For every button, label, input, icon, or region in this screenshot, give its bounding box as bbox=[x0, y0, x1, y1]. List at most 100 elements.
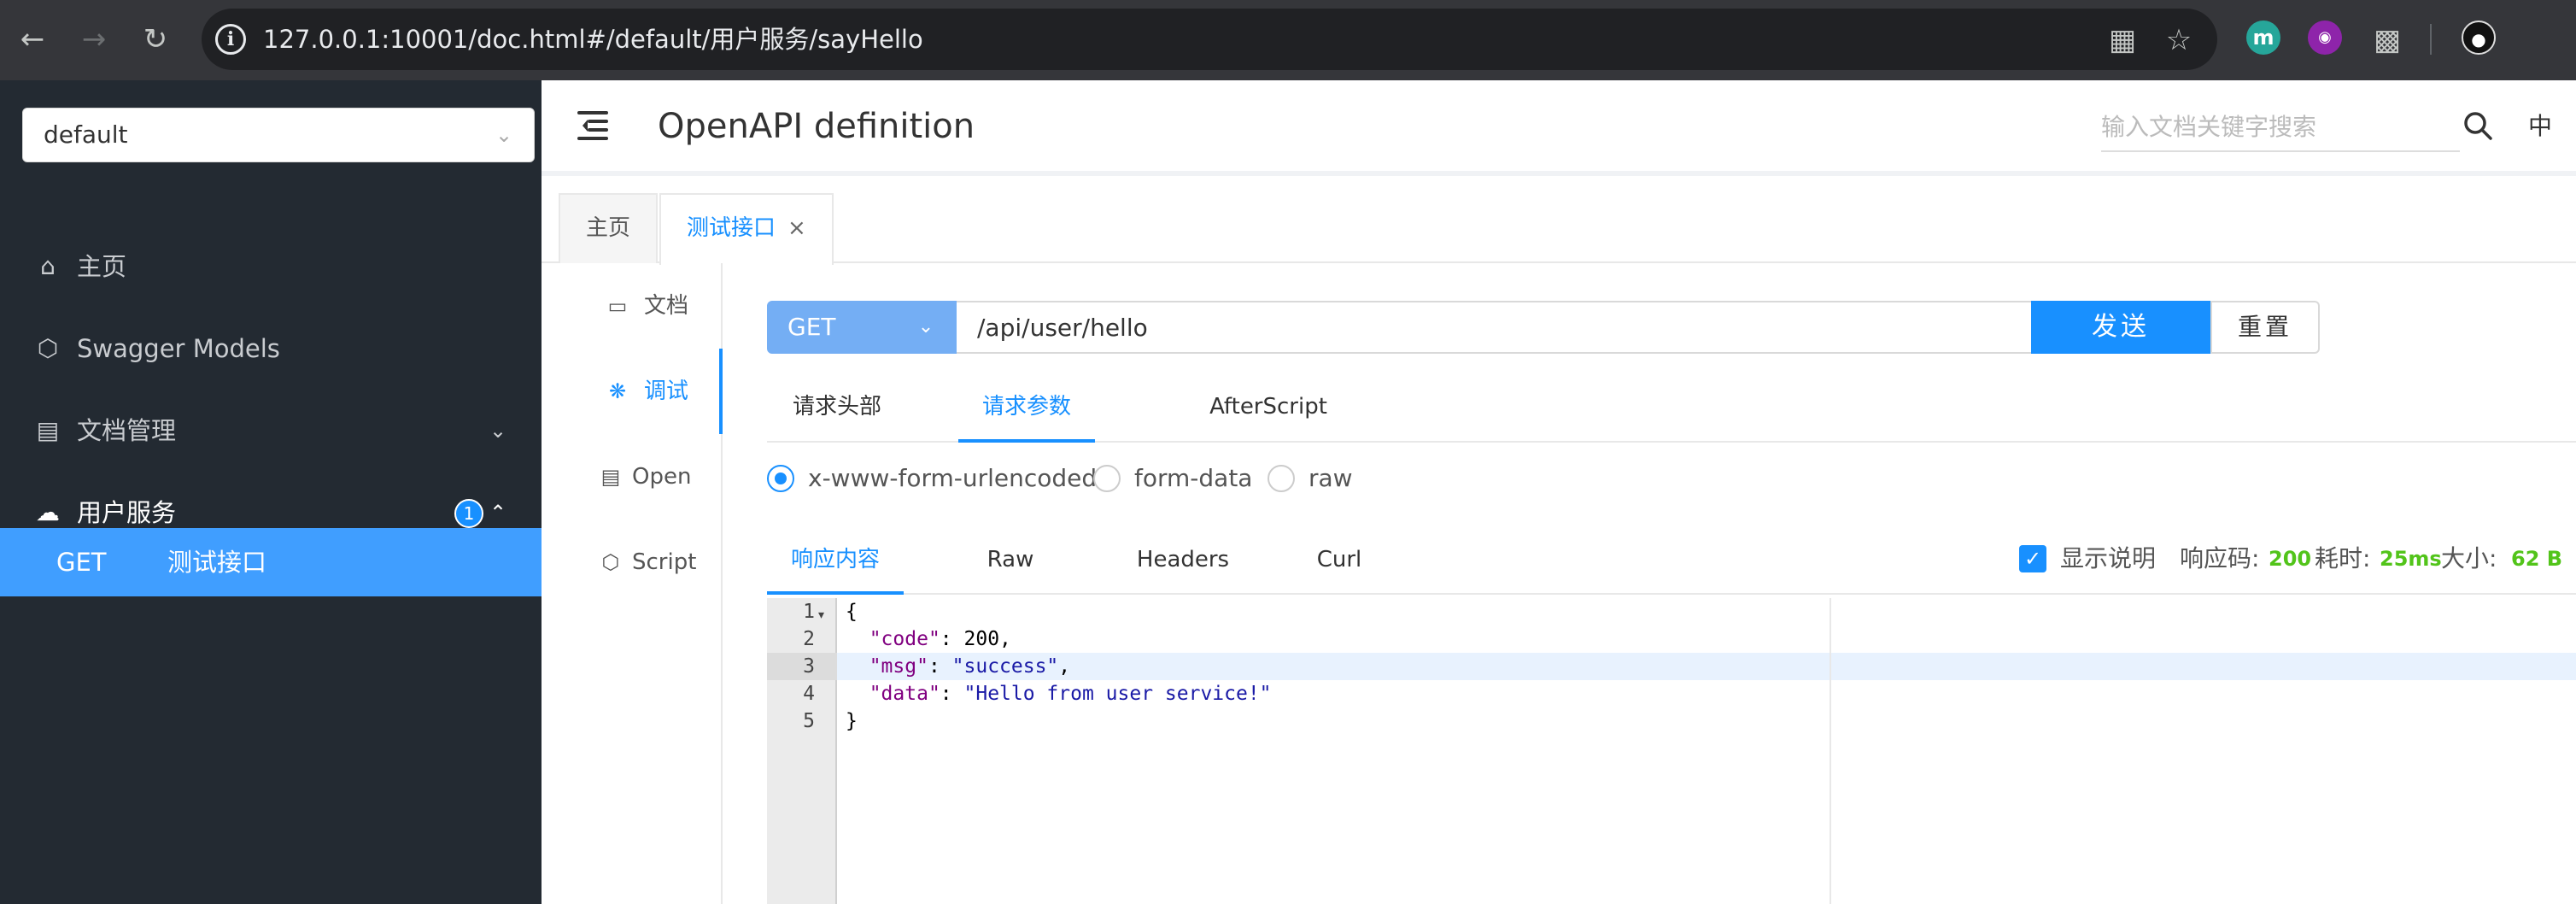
group-select[interactable]: default ⌄ bbox=[22, 108, 535, 162]
bookmark-star-icon[interactable]: ☆ bbox=[2159, 21, 2198, 60]
code-line: "code": 200, bbox=[846, 625, 1011, 653]
line-number: 3 bbox=[803, 655, 815, 678]
show-desc-checkbox[interactable]: ✓ bbox=[2019, 545, 2046, 572]
sidebar-item-doc-management[interactable]: ▤ 文档管理 ⌄ bbox=[0, 396, 542, 465]
extension-purple-icon[interactable]: ◉ bbox=[2308, 21, 2342, 55]
sidebar-item-label: 文档管理 bbox=[77, 416, 177, 445]
request-url-field[interactable] bbox=[957, 301, 2033, 354]
fold-arrow-icon[interactable]: ▾ bbox=[818, 608, 824, 622]
json-value: "success" bbox=[951, 655, 1059, 678]
sidebar-item-swagger-models[interactable]: ⬡ Swagger Models bbox=[0, 314, 542, 383]
json-value: "Hello from user service!" bbox=[963, 683, 1272, 705]
tab-label: 主页 bbox=[586, 215, 631, 241]
json-end: , bbox=[1058, 655, 1071, 678]
chevron-down-icon: ⌄ bbox=[917, 316, 934, 338]
innernav-label: 文档 bbox=[644, 293, 689, 319]
menu-collapse-icon[interactable] bbox=[577, 108, 615, 145]
top-header: OpenAPI definition 中 bbox=[542, 80, 2576, 176]
innernav-debug[interactable]: ❋ 调试 bbox=[542, 349, 723, 434]
search-input[interactable] bbox=[2101, 104, 2460, 149]
response-time-label: 耗时: bbox=[2315, 544, 2371, 572]
sidebar-item-label: 主页 bbox=[77, 252, 127, 281]
method-value: GET bbox=[787, 313, 836, 341]
code-line: "msg": "success", bbox=[846, 653, 1070, 680]
code-line: "data": "Hello from user service!" bbox=[846, 680, 1272, 707]
translate-icon[interactable]: ▦ bbox=[2103, 21, 2142, 60]
sidebar-item-label: Swagger Models bbox=[77, 334, 280, 363]
tab-response-content[interactable]: 响应内容 bbox=[767, 531, 904, 595]
line-number: 1 bbox=[803, 601, 815, 623]
url-input[interactable] bbox=[957, 302, 2031, 352]
group-select-value: default bbox=[44, 120, 128, 149]
radio-dot[interactable] bbox=[1093, 465, 1121, 492]
tab-response-raw[interactable]: Raw bbox=[963, 531, 1057, 595]
language-toggle[interactable]: 中 bbox=[2528, 106, 2552, 147]
toolbar-divider bbox=[2430, 24, 2432, 55]
radio-dot[interactable] bbox=[767, 465, 794, 492]
radio-label: form-data bbox=[1134, 464, 1253, 492]
tab-request-headers[interactable]: 请求头部 bbox=[767, 383, 907, 443]
method-select[interactable]: GET ⌄ bbox=[767, 301, 957, 354]
site-info-icon[interactable]: i bbox=[215, 24, 246, 55]
reload-icon[interactable]: ↻ bbox=[135, 19, 176, 60]
line-number: 4 bbox=[803, 683, 815, 705]
response-size-label: 大小: bbox=[2441, 544, 2497, 572]
innernav-label: Open bbox=[632, 464, 692, 490]
json-key: "code" bbox=[869, 628, 940, 650]
tab-test-api[interactable]: 测试接口 × bbox=[659, 193, 834, 265]
radio-label: raw bbox=[1308, 464, 1353, 492]
extensions-puzzle-icon[interactable]: ▩ bbox=[2368, 21, 2407, 60]
response-code-editor[interactable]: 1 ▾ 2 3 4 5 { "code": 200, "msg": "succe… bbox=[767, 598, 2576, 904]
json-end: , bbox=[999, 628, 1011, 650]
reset-button[interactable]: 重置 bbox=[2210, 301, 2320, 354]
radio-dot[interactable] bbox=[1268, 465, 1295, 492]
send-button[interactable]: 发送 bbox=[2031, 301, 2210, 354]
sidebar: default ⌄ ⌂ 主页 ⬡ Swagger Models ▤ 文档管理 ⌄… bbox=[0, 80, 542, 904]
code-line: { bbox=[846, 601, 858, 623]
file-icon: ▭ bbox=[607, 294, 628, 318]
search-icon[interactable] bbox=[2458, 106, 2499, 147]
bug-icon: ❋ bbox=[608, 379, 627, 403]
json-sep: : bbox=[940, 683, 964, 705]
tab-request-params[interactable]: 请求参数 bbox=[958, 383, 1095, 443]
request-tabs: 请求头部 请求参数 AfterScript bbox=[767, 383, 2576, 443]
tab-response-headers[interactable]: Headers bbox=[1119, 531, 1247, 595]
tab-afterscript[interactable]: AfterScript bbox=[1162, 383, 1375, 443]
sidebar-item-home[interactable]: ⌂ 主页 bbox=[0, 232, 542, 301]
chevron-down-icon: ⌄ bbox=[489, 419, 507, 443]
tab-home[interactable]: 主页 bbox=[559, 193, 659, 263]
json-key: "data" bbox=[869, 683, 940, 705]
cloud-icon: ☁ bbox=[36, 498, 60, 526]
method-label: GET bbox=[56, 548, 107, 577]
profile-avatar-icon[interactable]: ● bbox=[2462, 21, 2496, 55]
show-desc-label: 显示说明 bbox=[2060, 544, 2157, 572]
json-sep: : bbox=[940, 628, 964, 650]
innernav-script[interactable]: ⬡ Script bbox=[542, 520, 723, 605]
response-code-value: 200 bbox=[2269, 547, 2312, 571]
page-title: OpenAPI definition bbox=[658, 107, 975, 146]
chevron-down-icon: ⌄ bbox=[495, 123, 513, 147]
code-line: } bbox=[846, 710, 858, 732]
api-name-label: 测试接口 bbox=[167, 548, 267, 577]
tab-strip: 主页 测试接口 × bbox=[542, 181, 2576, 265]
tab-response-curl[interactable]: Curl bbox=[1297, 531, 1382, 595]
back-icon[interactable]: ← bbox=[12, 19, 53, 60]
response-time-value: 25ms bbox=[2380, 547, 2442, 571]
sidebar-subitem-test-api[interactable]: GET 测试接口 bbox=[0, 528, 542, 596]
line-number: 5 bbox=[803, 710, 815, 732]
line-number: 2 bbox=[803, 628, 815, 650]
api-inner-nav: ▭ 文档 ❋ 调试 ▤ Open ⬡ Script bbox=[542, 263, 723, 904]
codepen-icon: ⬡ bbox=[37, 334, 59, 362]
forward-icon[interactable]: → bbox=[73, 19, 114, 60]
innernav-doc[interactable]: ▭ 文档 bbox=[542, 263, 723, 349]
chevron-up-icon: ⌃ bbox=[489, 501, 507, 525]
doc-search-field[interactable] bbox=[2101, 104, 2460, 152]
close-icon[interactable]: × bbox=[787, 215, 806, 241]
codepen-icon: ⬡ bbox=[601, 550, 620, 574]
innernav-open[interactable]: ▤ Open bbox=[542, 434, 723, 520]
url-text[interactable]: 127.0.0.1:10001/doc.html#/default/用户服务/s… bbox=[263, 19, 923, 60]
extension-m-icon[interactable]: m bbox=[2246, 21, 2280, 55]
response-size-value: 62 B bbox=[2511, 547, 2563, 571]
json-sep: : bbox=[928, 655, 952, 678]
radio-label: x-www-form-urlencoded bbox=[808, 464, 1098, 492]
